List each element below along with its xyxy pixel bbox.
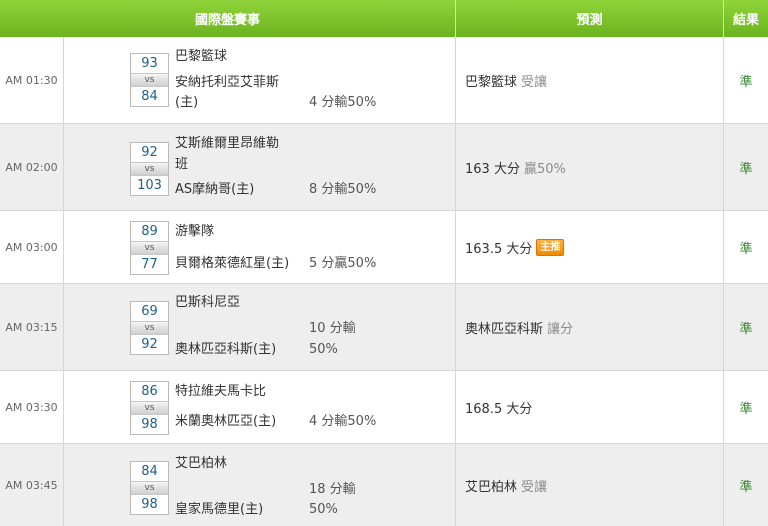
result-cell: 準: [739, 74, 753, 90]
away-score: 84: [141, 89, 158, 104]
table-header: 國際盤賽事 預測 結果: [0, 0, 768, 37]
vs-label: vs: [131, 162, 168, 176]
prediction-cell: 奧林匹亞科斯 讓分: [456, 284, 724, 370]
score-box: 93 vs 84: [130, 53, 169, 107]
result-cell: 準: [739, 479, 753, 495]
team-name[interactable]: 米蘭奧林匹亞(主): [175, 412, 276, 432]
home-score: 92: [141, 145, 158, 160]
match-time: AM 01:30: [0, 37, 64, 123]
away-score: 92: [141, 337, 158, 352]
table-row: AM 01:30 93 vs 84 巴黎籃球 安納托利亞艾菲斯 (主) 4 分輸…: [0, 37, 768, 124]
score-box: 86 vs 98: [130, 381, 169, 435]
prediction-main: 163 大分: [465, 161, 520, 177]
team-name[interactable]: 艾斯維爾里昂維勒: [175, 134, 279, 154]
match-time: AM 02:00: [0, 124, 64, 210]
team-name[interactable]: 奧林匹亞科斯(主): [175, 340, 276, 360]
match-cell: 86 vs 98 特拉維夫馬卡比 米蘭奧林匹亞(主) 4 分輸50%: [64, 371, 456, 443]
away-score: 98: [141, 417, 158, 432]
header-prediction: 預測: [456, 0, 724, 37]
home-score: 89: [141, 224, 158, 239]
handicap-text: 4 分輸50%: [309, 95, 377, 110]
handicap-text: 50%: [309, 342, 338, 357]
match-cell: 69 vs 92 巴斯科尼亞 10 分輸 奧林匹亞科斯(主) 50%: [64, 284, 456, 370]
vs-label: vs: [131, 481, 168, 495]
prediction-cell: 巴黎籃球 受讓: [456, 37, 724, 123]
team-name[interactable]: 艾巴柏林: [175, 454, 227, 474]
match-cell: 84 vs 98 艾巴柏林 18 分輸 皇家馬德里(主) 50%: [64, 444, 456, 526]
home-score: 86: [141, 384, 158, 399]
match-time: AM 03:00: [0, 211, 64, 283]
team-name[interactable]: 特拉維夫馬卡比: [175, 382, 266, 402]
prediction-sub: 讓分: [547, 321, 574, 337]
handicap-text: 8 分輸50%: [309, 182, 377, 197]
team-name[interactable]: 游擊隊: [175, 222, 214, 242]
vs-label: vs: [131, 73, 168, 87]
home-score: 93: [141, 56, 158, 71]
team-name[interactable]: 皇家馬德里(主): [175, 500, 263, 520]
prediction-cell: 艾巴柏林 受讓: [456, 444, 724, 526]
team-name[interactable]: AS摩納哥(主): [175, 180, 254, 200]
score-box: 69 vs 92: [130, 301, 169, 355]
header-result: 結果: [732, 13, 759, 28]
table-row: AM 03:00 89 vs 77 游擊隊 貝爾格萊德紅星(主) 5 分贏50%…: [0, 211, 768, 284]
home-marker: (主): [175, 95, 199, 110]
away-score: 77: [141, 257, 158, 272]
team-name[interactable]: 巴黎籃球: [175, 47, 227, 67]
vs-label: vs: [131, 321, 168, 335]
match-time: AM 03:30: [0, 371, 64, 443]
header-event: 國際盤賽事: [0, 0, 456, 37]
home-score: 69: [141, 304, 158, 319]
result-cell: 準: [739, 241, 753, 257]
table-row: AM 03:30 86 vs 98 特拉維夫馬卡比 米蘭奧林匹亞(主) 4 分輸…: [0, 371, 768, 444]
match-cell: 89 vs 77 游擊隊 貝爾格萊德紅星(主) 5 分贏50%: [64, 211, 456, 283]
score-box: 84 vs 98: [130, 461, 169, 515]
team-name[interactable]: 安納托利亞艾菲斯: [175, 73, 279, 93]
result-cell: 準: [739, 401, 753, 417]
score-box: 92 vs 103: [130, 142, 169, 196]
result-cell: 準: [739, 161, 753, 177]
featured-tag: 主推: [536, 238, 565, 256]
match-cell: 93 vs 84 巴黎籃球 安納托利亞艾菲斯 (主) 4 分輸50%: [64, 37, 456, 123]
match-cell: 92 vs 103 艾斯維爾里昂維勒 班 AS摩納哥(主) 8 分輸50%: [64, 124, 456, 210]
away-score: 98: [141, 497, 158, 512]
handicap-text: 50%: [309, 502, 338, 517]
prediction-sub: 受讓: [521, 479, 548, 495]
prediction-sub: 受讓: [521, 74, 548, 90]
prediction-main: 巴黎籃球: [465, 74, 518, 90]
prediction-cell: 163 大分 贏50%: [456, 124, 724, 210]
home-score: 84: [141, 464, 158, 479]
prediction-main: 163.5 大分: [465, 241, 533, 257]
prediction-main: 168.5 大分: [465, 401, 533, 417]
vs-label: vs: [131, 401, 168, 415]
prediction-table: 國際盤賽事 預測 結果 AM 01:30 93 vs 84 巴黎籃球 安納托利亞…: [0, 0, 768, 526]
table-row: AM 03:45 84 vs 98 艾巴柏林 18 分輸 皇家馬德里(主) 50…: [0, 444, 768, 526]
team-name[interactable]: 巴斯科尼亞: [175, 293, 240, 313]
prediction-cell: 163.5 大分 主推: [456, 211, 724, 283]
score-box: 89 vs 77: [130, 221, 169, 275]
team-name[interactable]: 貝爾格萊德紅星(主): [175, 254, 289, 274]
table-row: AM 03:15 69 vs 92 巴斯科尼亞 10 分輸 奧林匹亞科斯(主) …: [0, 284, 768, 371]
prediction-sub: 贏50%: [523, 161, 566, 177]
prediction-main: 奧林匹亞科斯: [465, 321, 544, 337]
table-row: AM 02:00 92 vs 103 艾斯維爾里昂維勒 班 AS摩納哥(主) 8…: [0, 124, 768, 211]
away-score: 103: [137, 178, 162, 193]
prediction-cell: 168.5 大分: [456, 371, 724, 443]
vs-label: vs: [131, 241, 168, 255]
handicap-text: 4 分輸50%: [309, 414, 377, 429]
handicap-text: 18 分輸: [309, 482, 356, 497]
handicap-text: 10 分輸: [309, 321, 356, 336]
match-time: AM 03:15: [0, 284, 64, 370]
team-name-cont: 班: [175, 157, 189, 172]
match-time: AM 03:45: [0, 444, 64, 526]
prediction-main: 艾巴柏林: [465, 479, 518, 495]
result-cell: 準: [739, 321, 753, 337]
handicap-text: 5 分贏50%: [309, 256, 377, 271]
